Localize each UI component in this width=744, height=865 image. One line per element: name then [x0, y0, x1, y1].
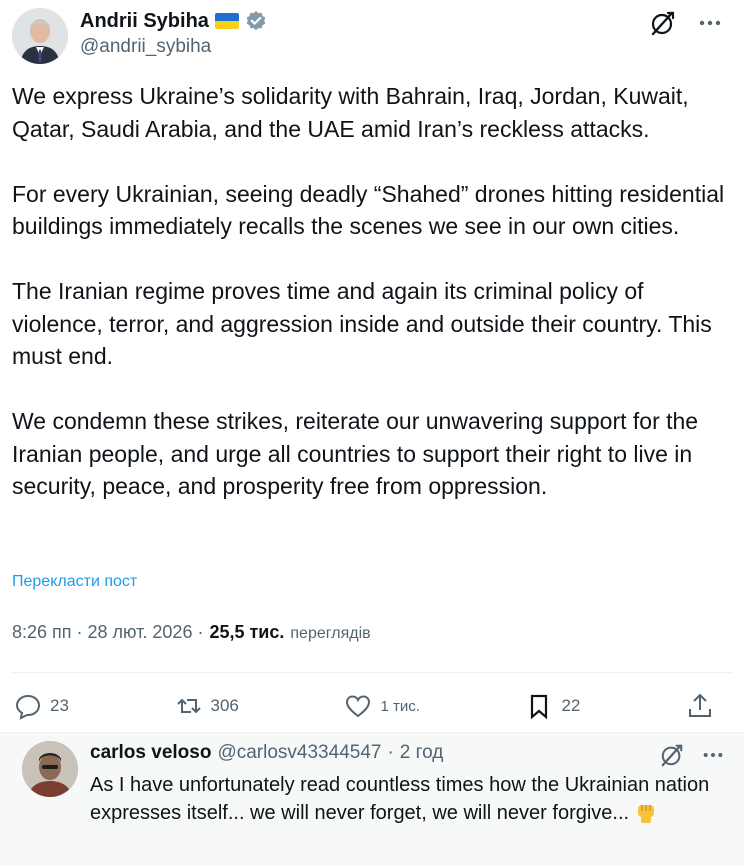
- views-count: 25,5 тис.: [209, 622, 285, 642]
- reply-tweet[interactable]: carlos veloso @carlosv43344547 · 2 год A…: [0, 732, 744, 865]
- reply-avatar[interactable]: [22, 741, 78, 797]
- tweet-actions: 23 306 1 тис. 22: [14, 690, 714, 722]
- repost-count: 306: [210, 696, 239, 715]
- timestamp[interactable]: 8:26 пп · 28 лют. 2026 ·: [12, 622, 203, 643]
- reply-author-name[interactable]: carlos veloso: [90, 742, 211, 764]
- raised-fist-emoji: [633, 799, 659, 825]
- tweet-body: We express Ukraine’s solidarity with Bah…: [12, 80, 728, 503]
- grok-icon[interactable]: [650, 10, 676, 36]
- more-icon[interactable]: [698, 11, 722, 35]
- repost-button[interactable]: 306: [175, 692, 239, 720]
- tweet-meta: 8:26 пп · 28 лют. 2026 · 25,5 тис. перег…: [12, 622, 371, 643]
- tweet-paragraph: We condemn these strikes, reiterate our …: [12, 408, 699, 499]
- like-icon: [346, 695, 371, 718]
- main-tweet: Andrii Sybiha @andrii_sybiha We express …: [0, 0, 744, 732]
- author-name[interactable]: Andrii Sybiha: [80, 8, 209, 34]
- reply-text-block: As I have unfortunately read countless t…: [90, 771, 730, 827]
- repost-icon: [176, 698, 201, 714]
- tweet-paragraph: For every Ukrainian, seeing deadly “Shah…: [12, 180, 725, 240]
- like-count: 1 тис.: [380, 697, 420, 715]
- grok-icon[interactable]: [660, 743, 684, 767]
- translate-post-link[interactable]: Перекласти пост: [12, 573, 137, 591]
- reply-count: 23: [50, 696, 69, 715]
- like-button[interactable]: 1 тис.: [344, 692, 420, 720]
- tweet-paragraph: We express Ukraine’s solidarity with Bah…: [12, 83, 689, 142]
- bookmark-button[interactable]: 22: [525, 692, 580, 720]
- bookmark-icon: [531, 694, 548, 720]
- reply-time[interactable]: 2 год: [400, 742, 444, 764]
- reply-separator: ·: [387, 742, 394, 763]
- author-handle[interactable]: @andrii_sybiha: [80, 36, 211, 58]
- reply-text: As I have unfortunately read countless t…: [90, 774, 710, 824]
- share-icon: [688, 693, 711, 717]
- ukraine-flag-icon: [214, 13, 239, 29]
- share-button[interactable]: [686, 692, 714, 720]
- views-label: переглядів: [290, 625, 371, 642]
- tweet-paragraph: The Iranian regime proves time and again…: [12, 278, 712, 369]
- reply-author-handle[interactable]: @carlosv43344547: [217, 742, 381, 764]
- bookmark-count: 22: [561, 696, 581, 715]
- verified-icon[interactable]: [245, 10, 267, 32]
- reply-icon: [15, 694, 41, 720]
- more-icon[interactable]: [702, 744, 724, 766]
- author-avatar[interactable]: [12, 8, 68, 64]
- divider: [12, 672, 732, 673]
- reply-button[interactable]: 23: [14, 692, 69, 720]
